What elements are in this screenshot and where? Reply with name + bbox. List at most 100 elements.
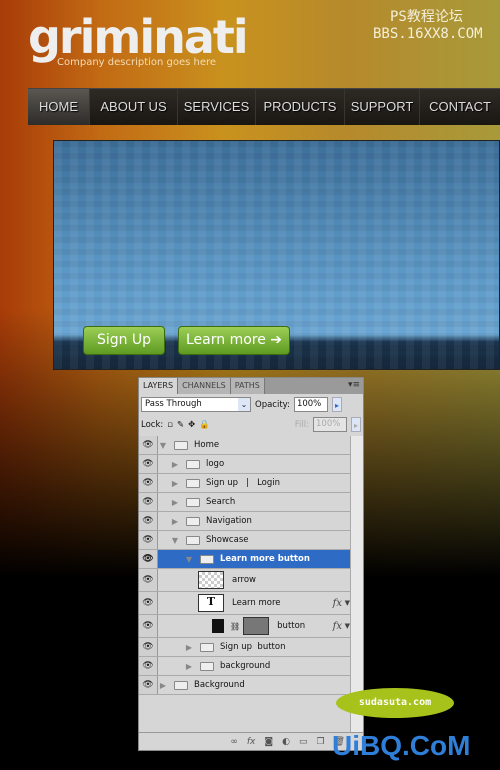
collapsed-triangle-icon[interactable]: ▶: [170, 479, 180, 488]
layer-row[interactable]: 👁 ▶ Sign up | Login: [139, 474, 350, 493]
tab-paths[interactable]: PATHS: [230, 378, 265, 394]
fill-input[interactable]: 100%: [313, 417, 347, 432]
layer-row[interactable]: 👁 ▶ Sign up button: [139, 638, 350, 657]
folder-icon: [186, 516, 200, 526]
adjustment-layer-icon[interactable]: ◐: [282, 737, 290, 747]
visibility-eye-icon[interactable]: 👁: [139, 455, 158, 473]
fill-label: Fill:: [294, 419, 309, 430]
layers-panel: LAYERS CHANNELS PATHS ▾≡ Pass Through ⌄ O…: [138, 377, 364, 751]
collapsed-triangle-icon[interactable]: ▶: [170, 460, 180, 469]
folder-icon: [174, 680, 188, 690]
layer-name: background: [220, 661, 271, 671]
folder-icon: [200, 554, 214, 564]
collapsed-triangle-icon[interactable]: ▶: [158, 681, 168, 690]
learn-more-button[interactable]: Learn more ➔: [178, 326, 290, 355]
lock-all-icon[interactable]: 🔒: [199, 420, 210, 430]
layer-row[interactable]: 👁 ▶ logo: [139, 455, 350, 474]
layer-row[interactable]: 👁 ⛓ button fx ▼: [139, 615, 350, 638]
visibility-eye-icon[interactable]: 👁: [139, 512, 158, 530]
lock-transparent-icon[interactable]: ▫: [167, 420, 173, 430]
lock-brush-icon[interactable]: ✎: [177, 420, 184, 430]
layer-name: logo: [206, 459, 225, 469]
collapsed-triangle-icon[interactable]: ▶: [184, 643, 194, 652]
folder-icon: [200, 642, 214, 652]
learn-more-label: Learn more: [185, 332, 266, 348]
folder-icon: [174, 440, 188, 450]
opacity-input[interactable]: 100%: [293, 397, 328, 412]
lock-label: Lock:: [141, 419, 164, 430]
layer-row[interactable]: 👁 arrow: [139, 569, 350, 592]
layer-name: Sign up button: [220, 642, 286, 652]
fill-slider-arrow-icon[interactable]: ▸: [351, 417, 361, 432]
add-mask-icon[interactable]: ◙: [264, 737, 273, 747]
expanded-triangle-icon[interactable]: ▼: [184, 555, 194, 564]
visibility-eye-icon[interactable]: 👁: [139, 531, 158, 549]
visibility-eye-icon[interactable]: 👁: [139, 676, 158, 694]
layer-name: Navigation: [206, 516, 252, 526]
new-layer-icon[interactable]: ❐: [316, 737, 324, 747]
layer-row[interactable]: 👁 ▼ Home: [139, 436, 350, 455]
layer-name: arrow: [232, 575, 257, 585]
layer-name: Home: [194, 440, 220, 450]
nav-products[interactable]: PRODUCTS: [256, 89, 345, 125]
smart-object-thumbnail: [198, 571, 224, 589]
panel-footer: ∞ fx ◙ ◐ ▭ ❐ 🗑: [139, 732, 363, 750]
nav-contact[interactable]: CONTACT: [420, 89, 500, 125]
lock-move-icon[interactable]: ✥: [188, 420, 195, 430]
visibility-eye-icon[interactable]: 👁: [139, 638, 158, 656]
chain-link-icon: ⛓: [230, 621, 241, 631]
visibility-eye-icon[interactable]: 👁: [139, 550, 158, 568]
layer-row[interactable]: 👁 ▶ Navigation: [139, 512, 350, 531]
expanded-triangle-icon[interactable]: ▼: [158, 441, 168, 450]
layer-effects-icon[interactable]: fx: [333, 621, 342, 632]
sign-up-button[interactable]: Sign Up: [83, 326, 165, 355]
collapsed-triangle-icon[interactable]: ▶: [170, 498, 180, 507]
tagline: Company description goes here: [57, 57, 217, 68]
new-group-icon[interactable]: ▭: [299, 737, 308, 747]
nav-support[interactable]: SUPPORT: [345, 89, 420, 125]
collapsed-triangle-icon[interactable]: ▶: [170, 517, 180, 526]
uibq-watermark: UiBQ.CoM: [332, 730, 471, 761]
layer-row[interactable]: 👁 ▼ Showcase: [139, 531, 350, 550]
layer-row[interactable]: 👁 ▶ Background: [139, 676, 350, 695]
tab-layers[interactable]: LAYERS: [139, 378, 179, 394]
collapsed-triangle-icon[interactable]: ▶: [184, 662, 194, 671]
opacity-label: Opacity:: [255, 399, 290, 410]
tab-channels[interactable]: CHANNELS: [178, 378, 231, 394]
folder-icon: [186, 497, 200, 507]
visibility-eye-icon[interactable]: 👁: [139, 436, 158, 454]
visibility-eye-icon[interactable]: 👁: [139, 615, 158, 637]
layer-row[interactable]: 👁 T Learn more fx ▼: [139, 592, 350, 615]
layer-name: Showcase: [206, 535, 249, 545]
panel-tabs: LAYERS CHANNELS PATHS ▾≡: [139, 378, 363, 394]
layer-name: Learn more: [232, 598, 281, 608]
layer-name: Search: [206, 497, 236, 507]
visibility-eye-icon[interactable]: 👁: [139, 569, 158, 591]
watermark-top-url: BBS.16XX8.COM: [373, 26, 483, 42]
visibility-eye-icon[interactable]: 👁: [139, 493, 158, 511]
layer-row[interactable]: 👁 ▶ background: [139, 657, 350, 676]
nav-home[interactable]: HOME: [28, 89, 90, 125]
visibility-eye-icon[interactable]: 👁: [139, 592, 158, 614]
layer-row[interactable]: 👁 ▼ Learn more button: [139, 550, 350, 569]
watermark-top: PS教程论坛: [390, 9, 463, 25]
link-layers-icon[interactable]: ∞: [230, 737, 238, 747]
sudasuta-watermark: sudasuta.com: [336, 688, 454, 718]
visibility-eye-icon[interactable]: 👁: [139, 657, 158, 675]
panel-menu-icon[interactable]: ▾≡: [348, 380, 360, 390]
fx-icon[interactable]: fx: [247, 737, 256, 747]
opacity-slider-arrow-icon[interactable]: ▸: [331, 397, 342, 412]
site-logo[interactable]: griminati: [28, 14, 249, 60]
blend-mode-select[interactable]: Pass Through ⌄: [141, 397, 251, 412]
visibility-eye-icon[interactable]: 👁: [139, 474, 158, 492]
layers-scrollbar[interactable]: [350, 436, 363, 732]
layer-name: button: [277, 621, 306, 631]
layer-effects-icon[interactable]: fx: [333, 598, 342, 609]
nav-about-us[interactable]: ABOUT US: [90, 89, 178, 125]
chevron-down-icon: ⌄: [238, 398, 250, 411]
layer-row[interactable]: 👁 ▶ Search: [139, 493, 350, 512]
main-nav: HOME ABOUT US SERVICES PRODUCTS SUPPORT …: [28, 88, 500, 125]
expanded-triangle-icon[interactable]: ▼: [170, 536, 180, 545]
nav-services[interactable]: SERVICES: [178, 89, 256, 125]
layer-color-thumbnail: [212, 619, 224, 633]
